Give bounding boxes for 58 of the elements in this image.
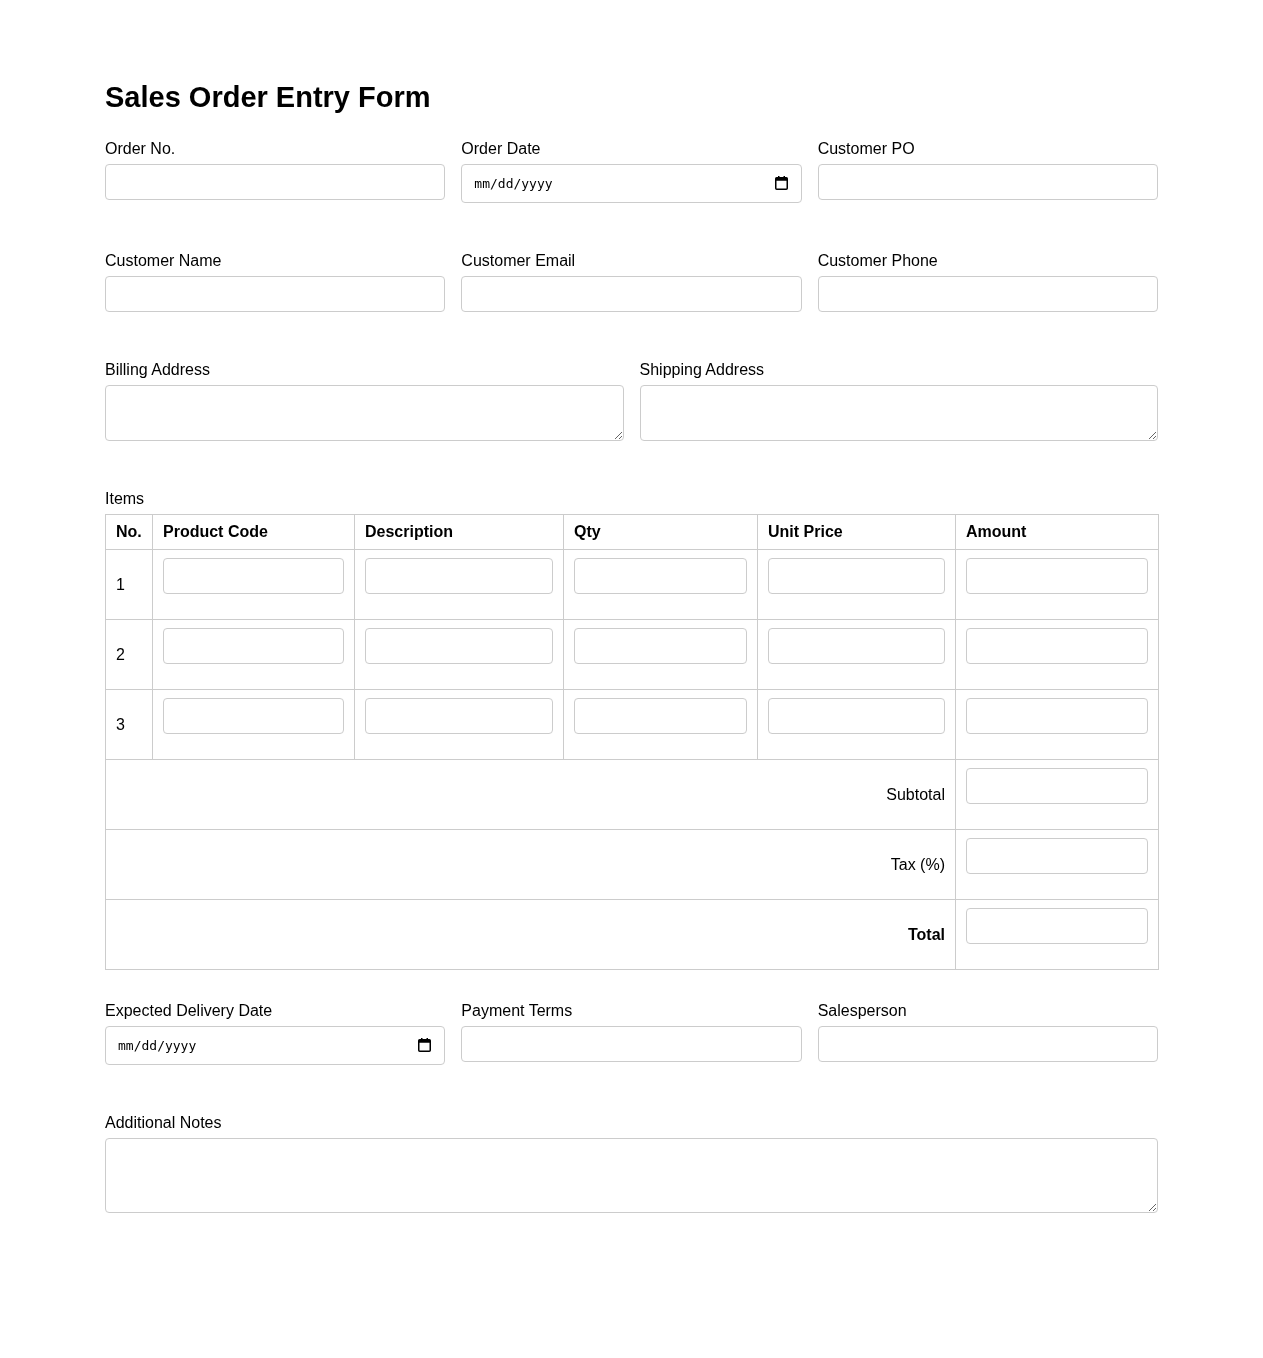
text-field[interactable] xyxy=(461,276,802,312)
section-label: Items xyxy=(105,490,145,508)
summary-input[interactable] xyxy=(966,908,1148,944)
item-input[interactable] xyxy=(574,698,747,734)
calendar-icon[interactable] xyxy=(774,176,788,190)
row-number: 2 xyxy=(116,645,125,663)
text-field[interactable] xyxy=(105,164,446,200)
item-input[interactable] xyxy=(365,698,553,734)
field-label: Order Date xyxy=(461,140,541,158)
field-label: Order No. xyxy=(105,140,176,158)
item-input[interactable] xyxy=(768,558,945,594)
field-label: Salesperson xyxy=(817,1002,907,1020)
field-label: Customer Phone xyxy=(817,252,938,270)
item-input[interactable] xyxy=(574,558,747,594)
item-input[interactable] xyxy=(365,558,553,594)
item-input[interactable] xyxy=(966,558,1148,594)
item-input[interactable] xyxy=(163,698,344,734)
item-input[interactable] xyxy=(768,698,945,734)
date-field[interactable]: mm/dd/yyyy xyxy=(461,164,802,203)
item-input[interactable] xyxy=(966,628,1148,664)
field-label: Customer Email xyxy=(461,252,576,270)
row-number: 3 xyxy=(116,715,125,733)
text-field[interactable] xyxy=(817,276,1158,312)
field-label: Billing Address xyxy=(105,361,210,379)
address-field[interactable] xyxy=(105,385,624,441)
summary-input[interactable] xyxy=(966,768,1148,804)
form-title: Sales Order Entry Form xyxy=(105,80,431,114)
text-field[interactable] xyxy=(461,1026,802,1062)
summary-label: Subtotal xyxy=(886,785,945,803)
column-header: No. xyxy=(105,514,153,550)
column-header: Amount xyxy=(955,514,1159,550)
address-field[interactable] xyxy=(639,385,1158,441)
field-label: Shipping Address xyxy=(639,361,765,379)
field-label: Payment Terms xyxy=(461,1002,573,1020)
item-input[interactable] xyxy=(365,628,553,664)
date-field[interactable]: mm/dd/yyyy xyxy=(105,1026,446,1065)
item-input[interactable] xyxy=(768,628,945,664)
summary-input[interactable] xyxy=(966,838,1148,874)
field-label: Expected Delivery Date xyxy=(105,1002,273,1020)
item-input[interactable] xyxy=(966,698,1148,734)
text-field[interactable] xyxy=(817,164,1158,200)
field-label: Customer Name xyxy=(105,252,222,270)
column-header: Qty xyxy=(563,514,758,550)
item-input[interactable] xyxy=(574,628,747,664)
row-number: 1 xyxy=(116,575,125,593)
item-input[interactable] xyxy=(163,628,344,664)
field-label: Additional Notes xyxy=(105,1114,222,1132)
field-label: Customer PO xyxy=(817,140,915,158)
summary-label: Tax (%) xyxy=(890,855,945,873)
text-field[interactable] xyxy=(817,1026,1158,1062)
column-header: Product Code xyxy=(152,514,355,550)
calendar-icon[interactable] xyxy=(418,1038,432,1052)
column-header: Unit Price xyxy=(757,514,956,550)
column-header: Description xyxy=(354,514,564,550)
item-input[interactable] xyxy=(163,558,344,594)
text-field[interactable] xyxy=(105,276,446,312)
summary-label: Total xyxy=(907,925,945,943)
notes-field[interactable] xyxy=(105,1138,1158,1213)
